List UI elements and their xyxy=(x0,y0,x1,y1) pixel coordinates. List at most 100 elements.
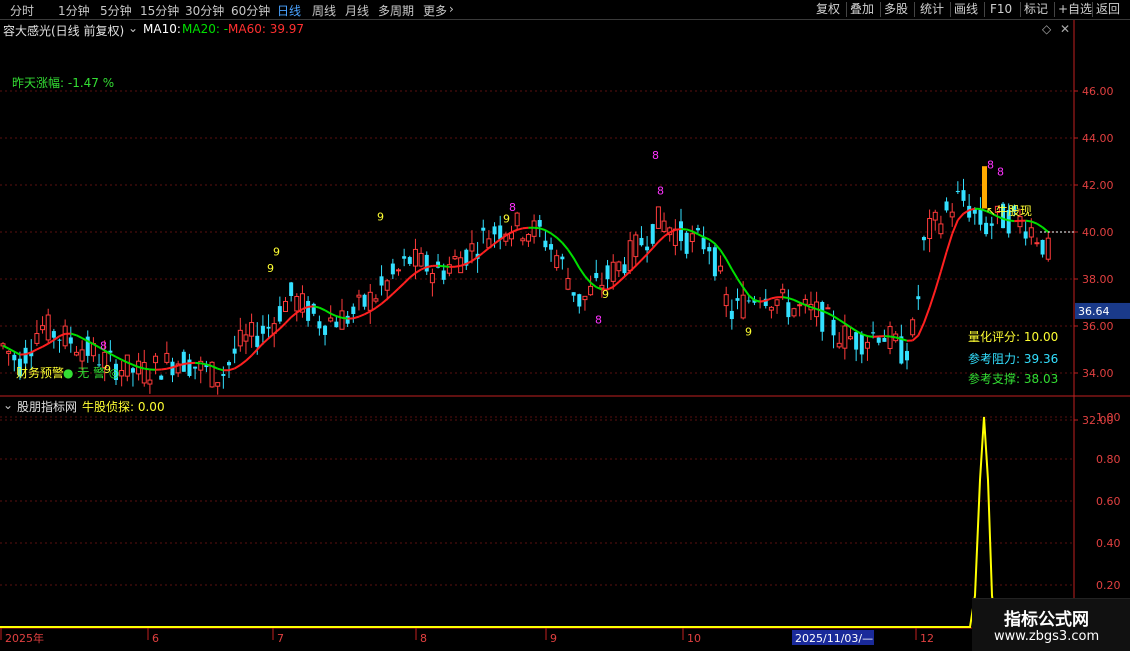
ma-line-segment xyxy=(726,259,732,269)
ma-line-segment xyxy=(534,228,540,229)
td-count-label: 8 xyxy=(657,184,664,197)
close-icon[interactable]: ✕ xyxy=(1060,22,1070,36)
candle-up xyxy=(125,355,129,376)
ma-line-segment xyxy=(658,236,664,241)
ma-line-segment xyxy=(562,243,568,250)
ma-line-segment xyxy=(472,257,478,261)
candle-up xyxy=(769,307,773,310)
tab-60min[interactable]: 60分钟 xyxy=(231,2,270,19)
ma-line-segment xyxy=(319,308,325,311)
indicator-chevron-icon[interactable]: ⌄ xyxy=(3,398,13,412)
candle-up xyxy=(928,219,932,239)
add-watchlist-button[interactable]: +自选 xyxy=(1056,0,1094,19)
candle-down xyxy=(916,296,920,299)
ma-line-segment xyxy=(410,273,416,278)
candle-down xyxy=(363,295,367,307)
overlay-button[interactable]: 叠加 xyxy=(848,0,876,19)
candle-down xyxy=(408,257,412,264)
draw-line-button[interactable]: 画线 xyxy=(952,0,980,19)
ma-line-segment xyxy=(1026,221,1032,222)
ma-line-segment xyxy=(941,252,947,271)
tab-1min[interactable]: 1分钟 xyxy=(58,2,90,19)
multi-stock-button[interactable]: 多股 xyxy=(882,0,910,19)
ma-line-segment xyxy=(427,266,433,267)
candle-down xyxy=(877,338,881,343)
ma-line-segment xyxy=(867,336,873,337)
candle-up xyxy=(329,318,333,321)
candle-up xyxy=(1029,228,1033,237)
candle-up xyxy=(1035,243,1039,244)
tab-weekly[interactable]: 周线 xyxy=(312,2,336,19)
candle-down xyxy=(380,276,384,285)
candle-down xyxy=(871,332,875,333)
chevron-right-icon[interactable]: › xyxy=(449,2,454,16)
adjust-button[interactable]: 复权 xyxy=(814,0,842,19)
candle-up xyxy=(397,270,401,271)
ma-line-segment xyxy=(545,230,551,233)
candle-up xyxy=(837,343,841,347)
td-count-label: 9 xyxy=(602,288,609,301)
candle-up xyxy=(470,244,474,251)
tab-15min[interactable]: 15分钟 xyxy=(140,2,179,19)
candle-down xyxy=(538,220,542,227)
current-price-label: 36.64 xyxy=(1078,305,1110,318)
ma-line-segment xyxy=(924,307,930,322)
indicator-tick-label: 0.80 xyxy=(1096,453,1121,466)
candle-up xyxy=(148,380,152,384)
tab-intraday[interactable]: 分时 xyxy=(10,2,34,19)
diamond-icon[interactable]: ◇ xyxy=(1042,22,1051,36)
ma-line-segment xyxy=(551,233,557,237)
f10-button[interactable]: F10 xyxy=(988,0,1014,19)
ma-line-segment xyxy=(376,304,382,308)
statistics-button[interactable]: 统计 xyxy=(918,0,946,19)
candle-down xyxy=(193,367,197,369)
candle-down xyxy=(425,255,429,272)
candle-down xyxy=(1024,231,1028,238)
price-tick-label: 40.00 xyxy=(1082,226,1114,239)
candle-up xyxy=(798,305,802,306)
ma-line-segment xyxy=(291,313,297,318)
ma-line-segment xyxy=(619,277,625,282)
ma-line-segment xyxy=(218,369,224,371)
indicator-line xyxy=(0,417,1074,627)
candle-down xyxy=(317,321,321,328)
kline-chart[interactable]: 46.0044.0042.0040.0038.0036.0034.0032.00… xyxy=(0,20,1130,650)
ma-line-segment xyxy=(709,239,715,243)
candle-down xyxy=(351,307,355,314)
td-count-label: 9 xyxy=(377,210,384,223)
candle-up xyxy=(719,266,723,271)
candle-down xyxy=(832,320,836,335)
candle-up xyxy=(120,371,124,376)
ma-line-segment xyxy=(828,313,834,316)
back-button[interactable]: 返回 xyxy=(1094,0,1122,19)
candle-down xyxy=(442,270,446,279)
candle-down xyxy=(990,223,994,225)
tab-daily[interactable]: 日线 xyxy=(277,2,301,19)
candle-down xyxy=(679,221,683,241)
tab-30min[interactable]: 30分钟 xyxy=(185,2,224,19)
ma-line-segment xyxy=(387,294,393,299)
candle-down xyxy=(52,331,56,338)
candle-down xyxy=(922,237,926,240)
tab-monthly[interactable]: 月线 xyxy=(345,2,369,19)
chevron-down-icon[interactable]: ⌄ xyxy=(128,21,138,35)
candle-down xyxy=(956,191,960,192)
td-count-label: 9 xyxy=(745,325,752,338)
candle-down xyxy=(227,362,231,365)
ma-line-segment xyxy=(760,301,766,302)
mark-button[interactable]: 标记 xyxy=(1022,0,1050,19)
tab-5min[interactable]: 5分钟 xyxy=(100,2,132,19)
tab-multi-period[interactable]: 多周期 xyxy=(378,2,414,19)
ma-line-segment xyxy=(675,229,681,230)
ma-line-segment xyxy=(743,287,749,295)
time-tick-label: 2025年 xyxy=(5,631,44,645)
candle-down xyxy=(978,209,982,225)
candle-up xyxy=(865,342,869,348)
ma-line-segment xyxy=(540,228,546,230)
candle-down xyxy=(945,201,949,210)
ma-line-segment xyxy=(681,229,687,230)
ma-line-segment xyxy=(794,300,800,303)
tab-more[interactable]: 更多 xyxy=(423,2,447,19)
candle-up xyxy=(238,330,242,346)
candle-up xyxy=(74,352,78,355)
